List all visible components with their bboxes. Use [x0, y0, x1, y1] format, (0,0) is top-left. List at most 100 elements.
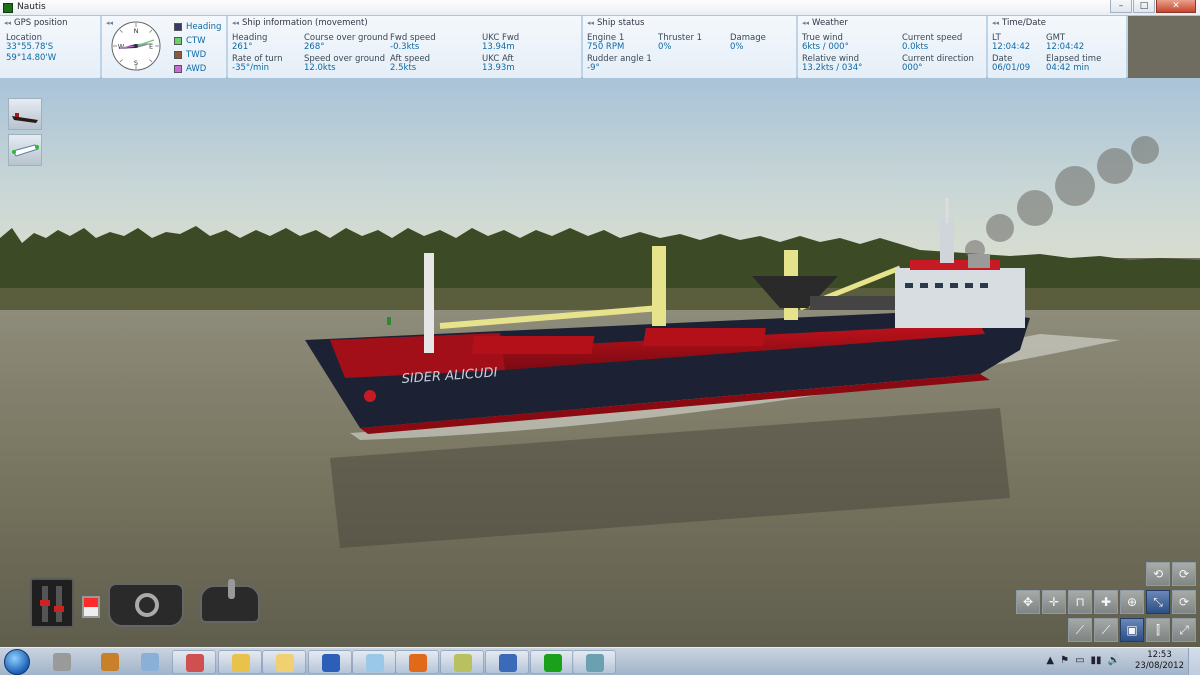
window-controls: – □ ✕: [1110, 0, 1196, 14]
nautis-icon: [544, 654, 562, 672]
thunderbird-icon: [499, 654, 517, 672]
current-direction-value: 000°: [902, 63, 923, 73]
simulation-viewport[interactable]: SIDER ALICUDI ⟲ ⟳ ✥ ✛ ⊓ ✚ ⊕ ⤡ ⟳ ⟋ ⟋ ▣ ⫿ …: [0, 78, 1200, 647]
start-button[interactable]: [4, 649, 30, 675]
legend-label: CTW: [186, 36, 206, 46]
ship-info-panel: ◂◂ Ship information (movement) Heading 26…: [228, 16, 581, 78]
compass-rose: N E S W: [110, 20, 162, 72]
time-header-label: Time/Date: [1002, 18, 1047, 28]
throttle-lever-icon[interactable]: [40, 600, 50, 606]
legend-label: AWD: [186, 64, 207, 74]
explorer-icon: [232, 654, 250, 672]
current-speed-value: 0.0kts: [902, 42, 929, 52]
gps-header-label: GPS position: [14, 18, 68, 28]
network-icon[interactable]: ▮▮: [1091, 655, 1102, 666]
collapse-arrow-icon[interactable]: ◂◂: [802, 19, 809, 27]
throttle-slot: [56, 586, 62, 622]
collapse-arrow-icon[interactable]: ◂◂: [992, 19, 999, 27]
ship-status-header-label: Ship status: [597, 18, 645, 28]
camera-view-button[interactable]: ▣: [1120, 618, 1144, 642]
steering-wheel-icon[interactable]: [135, 593, 159, 617]
taskbar-app-paint[interactable]: [172, 650, 216, 674]
collapse-arrow-icon[interactable]: ◂◂: [232, 19, 239, 27]
side-view-button[interactable]: [8, 98, 42, 130]
free-camera-button[interactable]: ⤡: [1146, 590, 1170, 614]
action-center-icon[interactable]: ⚑: [1060, 655, 1069, 666]
top-view-button[interactable]: [8, 134, 42, 166]
rudder-angle-value: -9°: [587, 63, 600, 73]
taskbar-app-notes[interactable]: [352, 650, 396, 674]
compass-panel: ◂◂ N E S W Heading CTW TWD AWD: [102, 16, 226, 78]
rotate-left-camera-button[interactable]: ⟲: [1146, 562, 1170, 586]
settings-icon: [53, 653, 71, 671]
collapse-arrow-icon[interactable]: ◂◂: [4, 19, 11, 27]
thruster-lever-icon[interactable]: [228, 579, 235, 599]
swatch-icon: [174, 37, 182, 45]
shield-icon: [101, 653, 119, 671]
pan-camera-button[interactable]: ✥: [1016, 590, 1040, 614]
taskbar-app-chat[interactable]: [440, 650, 484, 674]
crosshair-camera-button[interactable]: ✚: [1094, 590, 1118, 614]
close-button[interactable]: ✕: [1156, 0, 1196, 13]
center-camera-button[interactable]: ✛: [1042, 590, 1066, 614]
thruster-value: 0%: [658, 42, 672, 52]
show-desktop-button[interactable]: [1188, 648, 1200, 675]
minimize-button[interactable]: –: [1110, 0, 1132, 13]
calculator-icon: [141, 653, 159, 671]
taskbar-app-calculator[interactable]: [128, 650, 172, 674]
tray-expand-icon[interactable]: ▲: [1046, 655, 1054, 666]
taskbar-app-nautis[interactable]: [530, 650, 574, 674]
rudder-wheel-control[interactable]: [108, 583, 184, 627]
compass-west: W: [118, 43, 125, 51]
bow-thruster-control[interactable]: [200, 579, 260, 623]
taskbar-app-weather[interactable]: [262, 650, 306, 674]
gps-longitude: 59°14.80'W: [6, 53, 57, 63]
relative-wind-value: 13.2kts / 034°: [802, 63, 863, 73]
damage-value: 0%: [730, 42, 744, 52]
local-time-value: 12:04:42: [992, 42, 1031, 52]
weather-header[interactable]: ◂◂ Weather: [798, 16, 986, 30]
ship-info-header[interactable]: ◂◂ Ship information (movement): [228, 16, 581, 30]
rotate-right-camera-button[interactable]: ⟳: [1172, 562, 1196, 586]
zoom-view-button[interactable]: ⤢: [1172, 618, 1196, 642]
elapsed-time-value: 04:42 min: [1046, 63, 1090, 73]
line-tool-button[interactable]: ⟋: [1094, 618, 1118, 642]
weather-panel: ◂◂ Weather True wind 6kts / 000° Relative…: [798, 16, 986, 78]
taskbar-app-word[interactable]: [308, 650, 352, 674]
volume-icon[interactable]: 🔊: [1108, 655, 1120, 666]
ruler-tool-button[interactable]: ⟋: [1068, 618, 1092, 642]
display-icon[interactable]: ▭: [1075, 655, 1084, 666]
window-titlebar: Nautis – □ ✕: [0, 0, 1200, 16]
mast-view-button[interactable]: ⫿: [1146, 618, 1170, 642]
taskbar-app-shield[interactable]: [88, 650, 132, 674]
taskbar-app-firefox[interactable]: [395, 650, 439, 674]
target-camera-button[interactable]: ⊕: [1120, 590, 1144, 614]
notes-icon: [366, 654, 384, 672]
collapse-arrow-icon[interactable]: ◂◂: [587, 19, 594, 27]
legend-heading: Heading: [174, 22, 221, 32]
taskbar-app-thunderbird[interactable]: [485, 650, 529, 674]
taskbar-app-window[interactable]: [572, 650, 616, 674]
time-header[interactable]: ◂◂ Time/Date: [988, 16, 1126, 30]
window-icon: [586, 654, 604, 672]
taskbar-app-settings[interactable]: [40, 650, 84, 674]
engine-throttle-control[interactable]: [30, 578, 74, 628]
taskbar-clock[interactable]: 12:53 23/08/2012: [1135, 650, 1184, 672]
cog-value: 268°: [304, 42, 325, 52]
ship-status-header[interactable]: ◂◂ Ship status: [583, 16, 796, 30]
engine-value: 750 RPM: [587, 42, 625, 52]
word-icon: [322, 654, 340, 672]
compass-north: N: [134, 27, 139, 35]
throttle-lever-icon[interactable]: [54, 606, 64, 612]
app-icon: [3, 3, 13, 13]
clock-date: 23/08/2012: [1135, 661, 1184, 671]
ukc-aft-value: 13.93m: [482, 63, 515, 73]
info-panel-bar: ◂◂ GPS position Location 33°55.78'S 59°14…: [0, 16, 1128, 78]
maximize-button[interactable]: □: [1133, 0, 1155, 13]
taskbar-app-explorer[interactable]: [218, 650, 262, 674]
gps-panel-header[interactable]: ◂◂ GPS position: [0, 16, 100, 30]
ukc-fwd-value: 13.94m: [482, 42, 515, 52]
bridge-camera-button[interactable]: ⊓: [1068, 590, 1092, 614]
orbit-camera-button[interactable]: ⟳: [1172, 590, 1196, 614]
ship-status-panel: ◂◂ Ship status Engine 1 750 RPM Rudder an…: [583, 16, 796, 78]
